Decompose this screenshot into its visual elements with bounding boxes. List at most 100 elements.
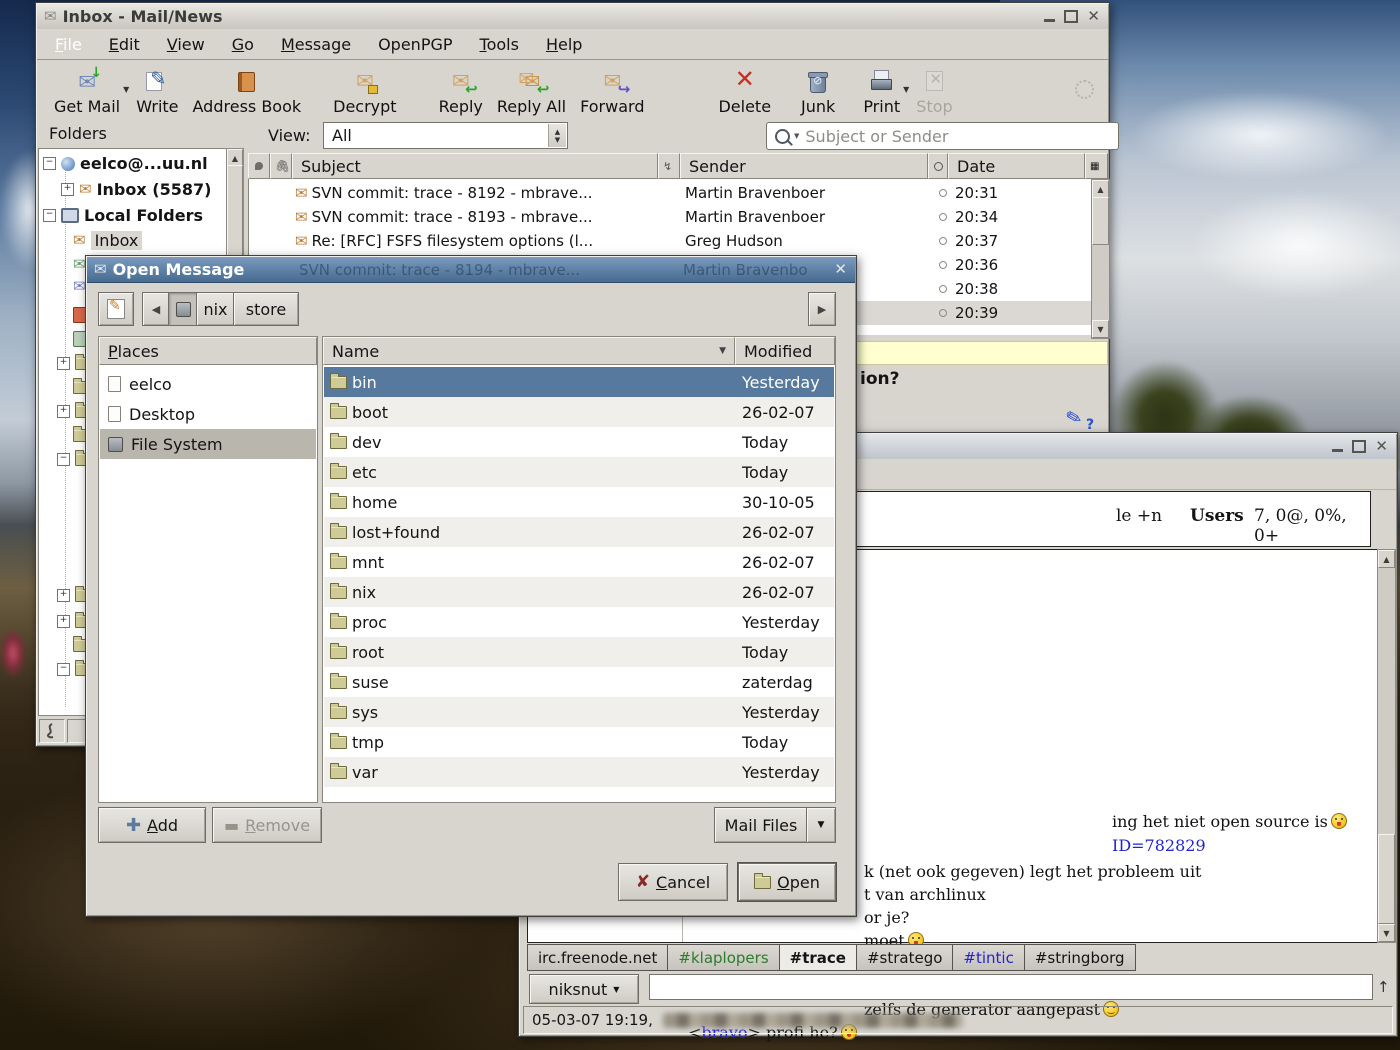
col-date[interactable]: Date — [948, 153, 1085, 179]
crumb-nix[interactable]: nix — [196, 292, 235, 326]
file-row[interactable]: mnt26-02-07 — [324, 547, 834, 577]
file-row[interactable]: boot26-02-07 — [324, 397, 834, 427]
place-desktop[interactable]: Desktop — [100, 399, 316, 429]
menu-go[interactable]: Go — [232, 35, 254, 54]
col-subject[interactable]: Subject — [292, 153, 658, 179]
tab-server[interactable]: irc.freenode.net — [527, 944, 668, 971]
address-book-button[interactable]: Address Book — [186, 67, 309, 118]
forward-button[interactable]: ✉↪ Forward — [573, 67, 651, 118]
chat-link[interactable]: ID=782829 — [1112, 836, 1206, 855]
scroll-down-arrow[interactable]: ▼ — [1378, 924, 1395, 942]
minimize-icon[interactable] — [1044, 19, 1055, 22]
file-row[interactable]: varYesterday — [324, 757, 834, 787]
menu-edit[interactable]: Edit — [109, 35, 140, 54]
tree-inbox-account[interactable]: + ✉ Inbox (5587) — [61, 180, 211, 199]
enigmail-question-icon[interactable]: ? — [1086, 417, 1094, 433]
file-row[interactable]: nix26-02-07 — [324, 577, 834, 607]
message-row[interactable]: ✉SVN commit: trace - 8192 - mbrave... Ma… — [249, 181, 1091, 205]
enigmail-pen-icon[interactable]: ✎ — [1063, 405, 1084, 430]
col-sender[interactable]: Sender — [680, 153, 928, 179]
search-input[interactable] — [803, 126, 1067, 147]
col-attachment[interactable]: 🖇︎ — [270, 153, 292, 179]
name-column-header[interactable]: Name ▼ — [323, 337, 735, 365]
tree-folder-row[interactable]: ✉ — [73, 279, 86, 294]
file-row[interactable]: sysYesterday — [324, 697, 834, 727]
tree-inbox-local[interactable]: ✉ Inbox — [73, 231, 142, 250]
crumb-store[interactable]: store — [233, 292, 299, 326]
col-thread[interactable]: ↯ — [658, 153, 680, 179]
new-folder-button[interactable]: ✎ — [98, 292, 134, 326]
search-dropdown-icon[interactable]: ▼ — [794, 132, 799, 140]
maximize-icon[interactable] — [1064, 10, 1078, 23]
remove-button[interactable]: ▬Remove — [212, 807, 322, 843]
get-mail-button[interactable]: ✉↓ Get Mail — [47, 67, 127, 118]
filesystem-crumb-button[interactable] — [168, 292, 198, 326]
file-row[interactable]: susezaterdag — [324, 667, 834, 697]
tab-tintic[interactable]: #tintic — [953, 944, 1024, 971]
add-button[interactable]: ✚Add — [98, 807, 206, 843]
scroll-thumb[interactable] — [1378, 834, 1395, 924]
back-arrow-button[interactable]: ◀ — [142, 292, 170, 326]
tab-stratego[interactable]: #stratego — [857, 944, 953, 971]
menu-file[interactable]: File — [55, 35, 82, 54]
col-read[interactable] — [928, 153, 948, 179]
close-icon[interactable]: ✕ — [1087, 9, 1100, 24]
menu-openpgp[interactable]: OpenPGP — [378, 35, 452, 54]
message-row[interactable]: ✉SVN commit: trace - 8193 - mbrave... Ma… — [249, 205, 1091, 229]
place-filesystem[interactable]: File System — [100, 429, 316, 459]
scroll-up-arrow[interactable]: ▲ — [1378, 550, 1395, 568]
close-icon[interactable]: ✕ — [834, 262, 847, 277]
close-icon[interactable]: ✕ — [1375, 439, 1388, 454]
minimize-icon[interactable] — [1332, 449, 1343, 452]
menu-view[interactable]: View — [167, 35, 205, 54]
tab-klaplopers[interactable]: #klaplopers — [668, 944, 779, 971]
collapse-icon[interactable]: − — [43, 157, 56, 170]
file-row[interactable]: tmpToday — [324, 727, 834, 757]
file-row[interactable]: rootToday — [324, 637, 834, 667]
file-row[interactable]: devToday — [324, 427, 834, 457]
menu-message[interactable]: Message — [281, 35, 351, 54]
tab-trace[interactable]: #trace — [780, 944, 857, 971]
irc-input[interactable] — [649, 974, 1373, 1000]
search-box[interactable]: ▼ — [766, 122, 1119, 150]
view-combo[interactable]: All ▲▼ — [323, 122, 568, 149]
open-button[interactable]: Open — [738, 863, 836, 901]
tree-account[interactable]: − eelco@...uu.nl — [43, 154, 208, 173]
menu-tools[interactable]: Tools — [480, 35, 519, 54]
expand-icon[interactable]: + — [61, 183, 74, 196]
col-flag[interactable] — [248, 153, 270, 179]
cancel-button[interactable]: ✘Cancel — [618, 863, 728, 901]
file-row[interactable]: lost+found26-02-07 — [324, 517, 834, 547]
dialog-titlebar[interactable]: ✉ Open Message SVN commit: trace - 8194 … — [87, 257, 855, 283]
tab-stringborg[interactable]: #stringborg — [1025, 944, 1136, 971]
print-button[interactable]: Print — [856, 67, 907, 118]
message-row[interactable]: ✉Re: [RFC] FSFS filesystem options (l...… — [249, 229, 1091, 253]
collapse-icon[interactable]: − — [43, 209, 56, 222]
delete-button[interactable]: ✕ Delete — [711, 67, 778, 118]
places-header[interactable]: Places — [99, 337, 317, 365]
filter-combo[interactable]: Mail Files — [714, 807, 808, 843]
write-button[interactable]: ✎ Write — [129, 67, 185, 118]
filter-combo-arrow[interactable]: ▼ — [806, 807, 836, 843]
reply-button[interactable]: ✉↩ Reply — [432, 67, 490, 118]
thread-scrollbar[interactable]: ▲▼ — [1091, 179, 1110, 339]
scroll-to-bottom-icon[interactable]: ↑ — [1377, 978, 1390, 996]
file-row[interactable]: etcToday — [324, 457, 834, 487]
tree-local-folders[interactable]: − Local Folders — [43, 206, 203, 225]
junk-button[interactable]: ⊘ Junk — [794, 67, 842, 118]
mail-titlebar[interactable]: ✉ Inbox - Mail/News ✕ — [37, 4, 1108, 30]
forward-arrow-button[interactable]: ▶ — [808, 292, 836, 326]
combo-spinner-icon[interactable]: ▲▼ — [548, 124, 566, 147]
decrypt-button[interactable]: ✉ Decrypt — [326, 67, 403, 118]
nick-selector[interactable]: niksnut▼ — [529, 974, 639, 1004]
column-picker-icon[interactable]: ▦ — [1085, 153, 1108, 179]
place-eelco[interactable]: eelco — [100, 369, 316, 399]
offline-indicator[interactable] — [39, 719, 65, 743]
file-row[interactable]: home30-10-05 — [324, 487, 834, 517]
menu-help[interactable]: Help — [546, 35, 582, 54]
file-row[interactable]: procYesterday — [324, 607, 834, 637]
maximize-icon[interactable] — [1352, 440, 1366, 453]
modified-column-header[interactable]: Modified — [735, 337, 835, 365]
irc-scrollbar[interactable]: ▲ ▼ — [1377, 549, 1396, 943]
reply-all-button[interactable]: ✉↩ Reply All — [490, 67, 573, 118]
